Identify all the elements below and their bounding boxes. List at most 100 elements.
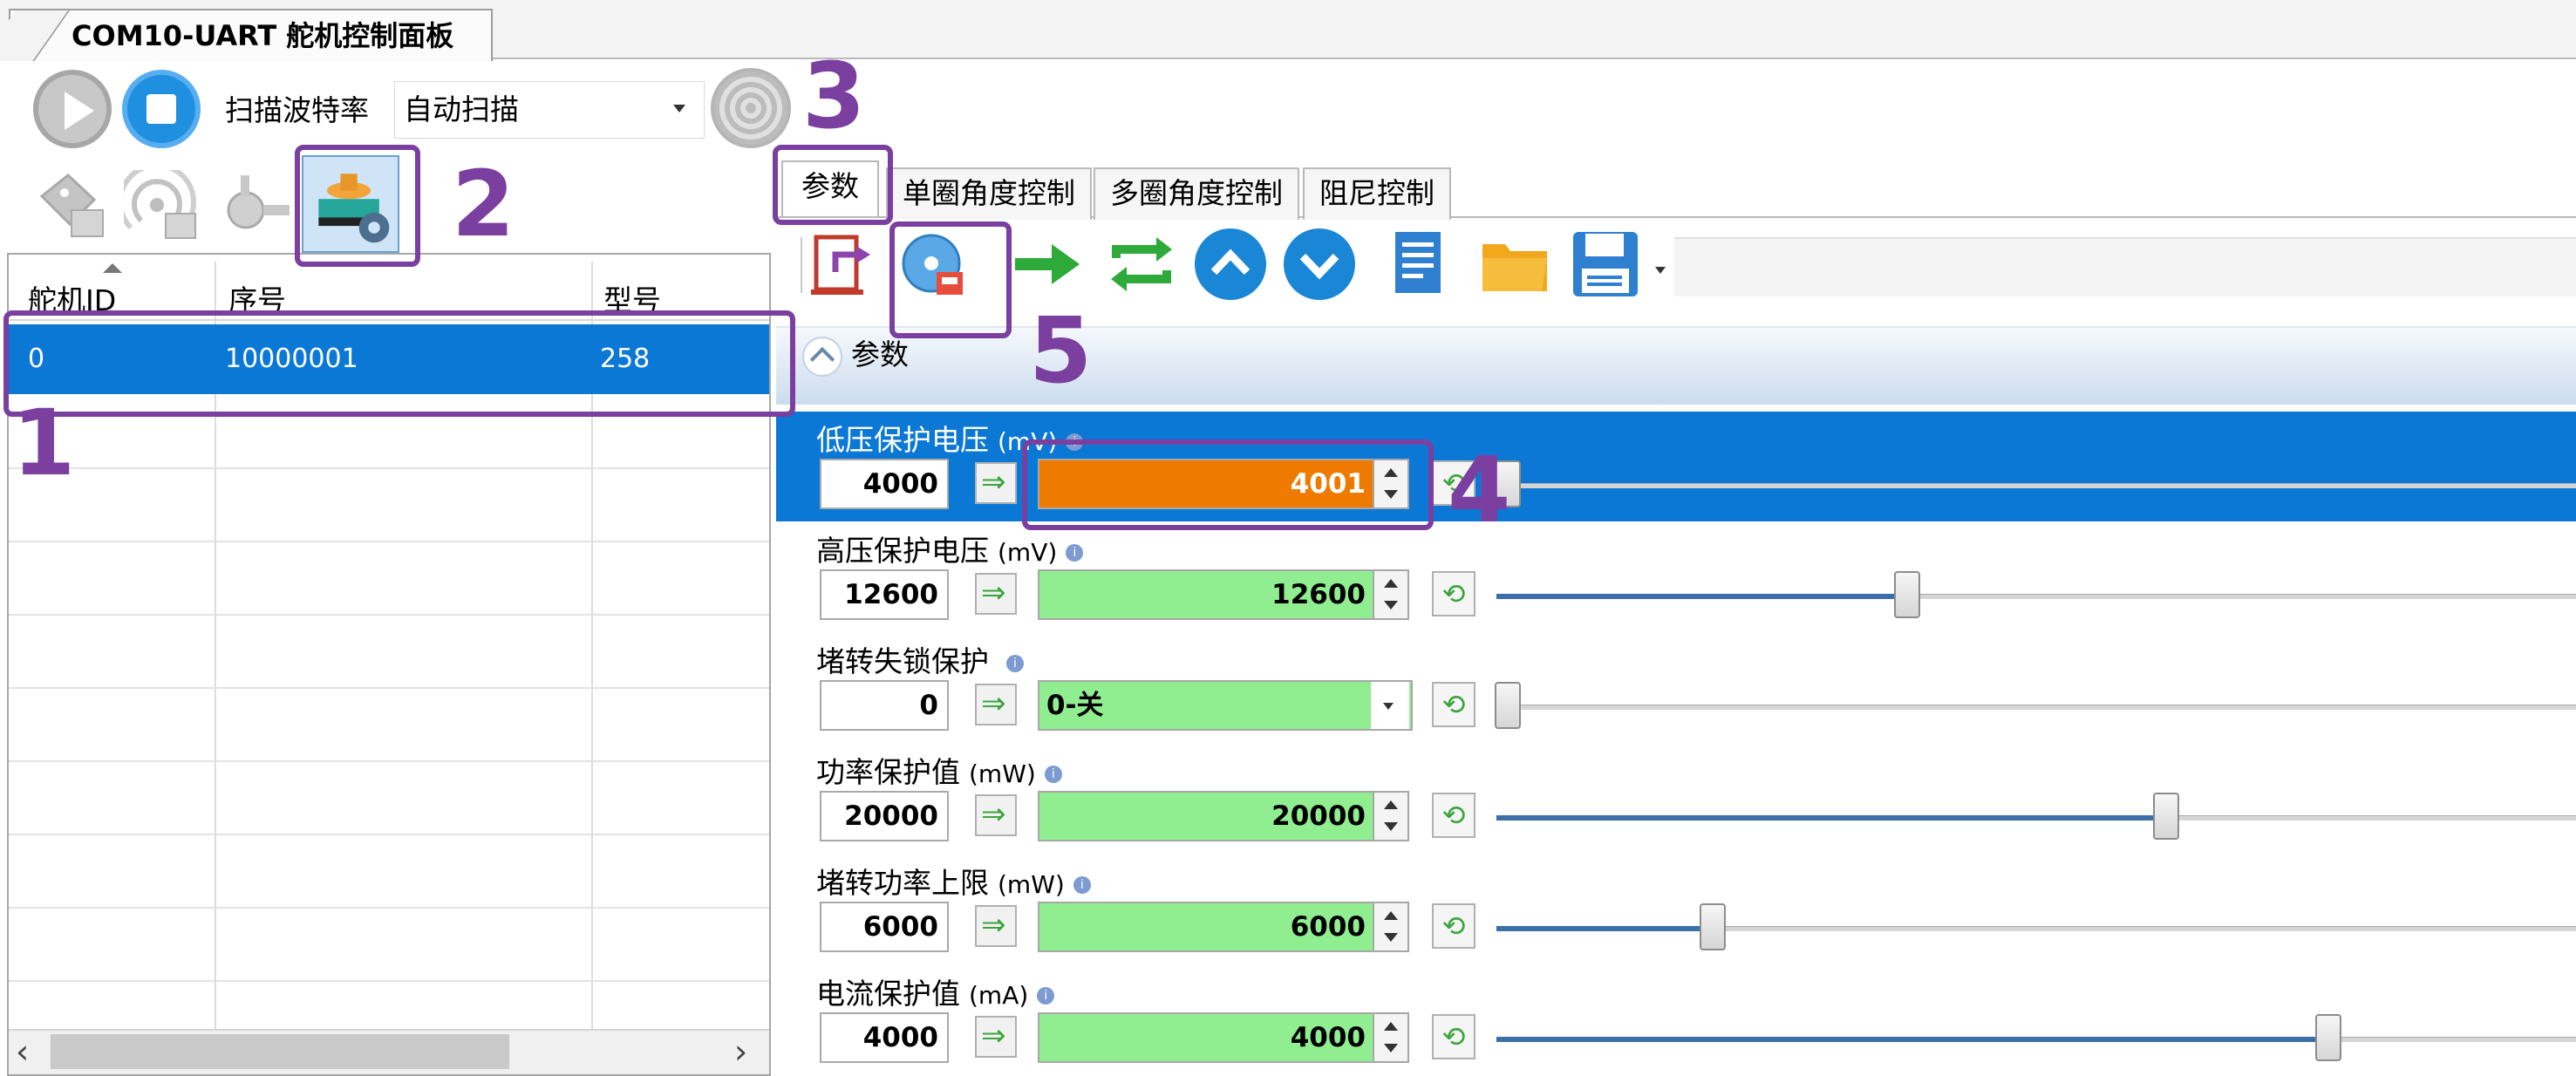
- param-label-text: 堵转功率上限: [816, 866, 989, 900]
- copy-to-edit-button[interactable]: [975, 462, 1017, 504]
- param-value-input[interactable]: 12600: [1038, 569, 1374, 620]
- annotation-number: 2: [452, 151, 515, 257]
- param-value-input[interactable]: 6000: [1038, 902, 1374, 952]
- refresh-icon[interactable]: ⟲: [1432, 682, 1475, 727]
- param-label: 高压保护电压 (mV) i: [816, 528, 1084, 569]
- row-divider: [9, 541, 769, 542]
- refresh-icon[interactable]: ⟲: [1432, 1014, 1475, 1059]
- scroll-right-icon[interactable]: ›: [734, 1032, 747, 1071]
- param-label: 堵转功率上限 (mW) i: [816, 860, 1091, 902]
- tab-damping-control[interactable]: 阻尼控制: [1303, 167, 1451, 220]
- param-label-text: 电流保护值: [816, 977, 960, 1011]
- copy-to-edit-button[interactable]: [975, 684, 1017, 725]
- slider-thumb[interactable]: [1700, 903, 1726, 950]
- chevron-down-icon[interactable]: [673, 105, 685, 112]
- sync-icon[interactable]: [1106, 228, 1177, 300]
- readback-value: 12600: [820, 569, 949, 620]
- param-unit: (mV): [998, 538, 1058, 567]
- slider-track[interactable]: [1496, 705, 2576, 710]
- wireless-icon[interactable]: [124, 170, 202, 243]
- annotation-box-params-tab: [773, 145, 893, 225]
- readback-value: 4000: [820, 1012, 949, 1063]
- tag-icon[interactable]: [33, 170, 112, 243]
- sort-ascending-icon: [103, 263, 122, 273]
- slider-fill: [1496, 594, 1896, 599]
- chevron-down-icon[interactable]: [1371, 682, 1409, 729]
- stop-scan-button[interactable]: [122, 70, 201, 148]
- collapse-icon[interactable]: [802, 337, 842, 377]
- info-icon[interactable]: i: [1066, 543, 1084, 562]
- export-icon[interactable]: [811, 228, 883, 300]
- value-spinner[interactable]: [1373, 902, 1409, 952]
- readback-value: 6000: [820, 902, 949, 952]
- copy-to-edit-button[interactable]: [975, 573, 1017, 615]
- start-scan-button[interactable]: [33, 70, 112, 148]
- param-label: 电流保护值 (mA) i: [816, 970, 1055, 1012]
- value-spinner[interactable]: [1373, 791, 1409, 841]
- copy-to-edit-button[interactable]: [975, 905, 1017, 947]
- refresh-icon[interactable]: ⟲: [1432, 793, 1475, 838]
- row-divider: [9, 907, 769, 909]
- document-tab[interactable]: COM10-UART 舵机控制面板: [9, 9, 493, 61]
- param-value-input[interactable]: 4000: [1038, 1012, 1374, 1063]
- chevron-down-icon[interactable]: [1655, 267, 1666, 274]
- tab-single-turn-angle[interactable]: 单圈角度控制: [886, 167, 1092, 220]
- param-label: 功率保护值 (mW) i: [816, 749, 1062, 791]
- tab-multi-turn-angle[interactable]: 多圈角度控制: [1094, 167, 1299, 220]
- readback-value: 4000: [820, 459, 949, 509]
- param-unit: (mW): [969, 759, 1036, 788]
- annotation-box-value-field: [1022, 439, 1434, 530]
- slider-fill: [1496, 926, 1701, 931]
- row-divider: [9, 467, 769, 469]
- row-divider: [9, 760, 769, 762]
- scrollbar-thumb[interactable]: [51, 1034, 509, 1069]
- servo-motor-icon[interactable]: [215, 170, 293, 243]
- param-label-text: 高压保护电压: [816, 534, 989, 568]
- annotation-number: 4: [1448, 437, 1511, 543]
- param-unit: (mA): [969, 981, 1029, 1010]
- param-value-input[interactable]: 20000: [1038, 791, 1374, 841]
- scroll-left-icon[interactable]: ‹: [16, 1032, 29, 1071]
- info-icon[interactable]: i: [1037, 986, 1055, 1004]
- save-disk-icon[interactable]: [1570, 228, 1641, 300]
- slider-track[interactable]: [1496, 483, 2576, 488]
- slider-thumb[interactable]: [1894, 571, 1920, 618]
- folder-icon[interactable]: [1479, 228, 1550, 300]
- param-label-text: 功率保护值: [816, 755, 960, 789]
- param-label: 堵转失锁保护 i: [816, 638, 1024, 680]
- refresh-icon[interactable]: ⟲: [1432, 903, 1475, 949]
- row-divider: [9, 614, 769, 616]
- row-divider: [9, 980, 769, 982]
- value-spinner[interactable]: [1373, 569, 1409, 620]
- param-combo-select[interactable]: 0-关: [1038, 680, 1413, 731]
- info-icon[interactable]: i: [1073, 875, 1091, 894]
- radar-scan-icon[interactable]: [711, 68, 791, 148]
- readback-value: 0: [820, 680, 949, 731]
- baud-rate-label: 扫描波特率: [225, 93, 369, 127]
- send-arrow-icon[interactable]: [1012, 228, 1083, 300]
- row-divider: [9, 687, 769, 689]
- copy-to-edit-button[interactable]: [975, 1016, 1017, 1058]
- chevron-down-icon[interactable]: [1284, 228, 1355, 300]
- annotation-number: 3: [802, 43, 866, 149]
- document-icon[interactable]: [1387, 228, 1458, 300]
- value-spinner[interactable]: [1373, 1012, 1409, 1063]
- param-label-text: 堵转失锁保护: [816, 644, 989, 678]
- annotation-box-write-button: [889, 221, 1012, 338]
- slider-thumb[interactable]: [2153, 793, 2179, 840]
- slider-thumb[interactable]: [2315, 1014, 2341, 1061]
- slider-fill: [1496, 815, 2155, 821]
- refresh-icon[interactable]: ⟲: [1432, 571, 1475, 616]
- info-icon[interactable]: i: [1044, 765, 1062, 783]
- annotation-number: 5: [1029, 297, 1093, 404]
- row-divider: [9, 834, 769, 835]
- slider-thumb[interactable]: [1495, 682, 1521, 729]
- copy-to-edit-button[interactable]: [975, 794, 1017, 836]
- annotation-box-servo-row: [3, 310, 795, 417]
- annotation-box-settings-button: [295, 145, 420, 267]
- chevron-up-icon[interactable]: [1195, 228, 1266, 300]
- baud-rate-select[interactable]: 自动扫描: [394, 81, 705, 139]
- info-icon[interactable]: i: [1006, 654, 1024, 672]
- param-unit: (mW): [998, 870, 1065, 899]
- toolbar-spacer: [1674, 237, 2576, 296]
